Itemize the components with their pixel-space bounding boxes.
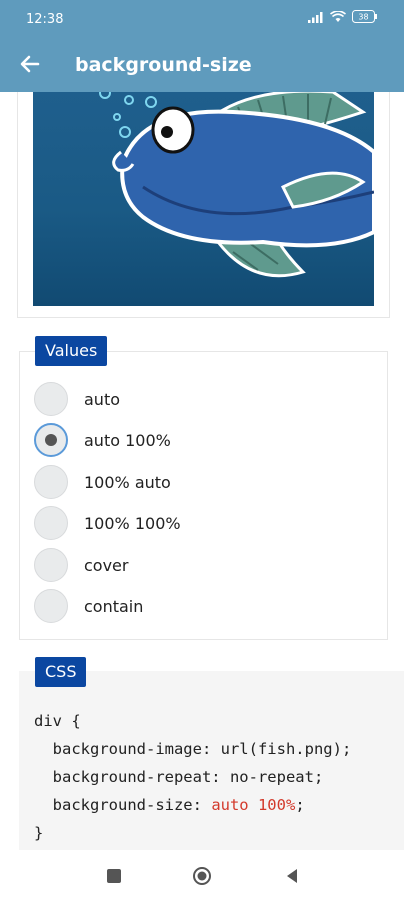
code-line-end: ; xyxy=(295,796,305,814)
back-triangle-icon[interactable] xyxy=(282,866,302,886)
radio-button[interactable] xyxy=(34,589,68,623)
home-circle-icon[interactable] xyxy=(192,866,212,886)
css-code-box: div { background-image: url(fish.png); b… xyxy=(19,671,404,851)
fish-illustration xyxy=(99,92,374,278)
radio-option-100-100[interactable]: 100% 100% xyxy=(34,506,354,540)
radio-label: 100% 100% xyxy=(84,513,181,533)
values-group: auto auto 100% 100% auto 100% 100% cover… xyxy=(19,351,388,640)
radio-label: contain xyxy=(84,596,144,616)
radio-label: cover xyxy=(84,555,129,575)
radio-label: auto 100% xyxy=(84,430,171,450)
battery-level: 38 xyxy=(358,13,368,22)
radio-label: 100% auto xyxy=(84,472,171,492)
status-icons: 38 xyxy=(308,10,378,23)
signal-icon xyxy=(308,11,323,23)
code-line: background-repeat: no-repeat; xyxy=(34,768,324,786)
fish-preview-image xyxy=(33,92,374,306)
code-line-prop: background-size: xyxy=(34,796,212,814)
radio-button[interactable] xyxy=(34,382,68,416)
code-line: div { xyxy=(34,712,81,730)
radio-option-cover[interactable]: cover xyxy=(34,548,354,582)
radio-label: auto xyxy=(84,389,121,409)
radio-button[interactable] xyxy=(34,506,68,540)
code-line-value: auto 100% xyxy=(211,796,296,814)
code-line: background-image: url(fish.png); xyxy=(34,740,352,758)
radio-option-auto-100[interactable]: auto 100% xyxy=(34,423,354,457)
status-bar: 12:38 38 xyxy=(0,0,404,36)
css-code: div { background-image: url(fish.png); b… xyxy=(34,707,351,847)
values-legend: Values xyxy=(35,336,108,366)
wifi-icon xyxy=(330,10,346,22)
status-time: 12:38 xyxy=(26,12,64,27)
app-bar: background-size xyxy=(0,36,404,92)
radio-button[interactable] xyxy=(34,548,68,582)
radio-option-100-auto[interactable]: 100% auto xyxy=(34,465,354,499)
preview-card xyxy=(17,92,390,318)
recents-square-icon[interactable] xyxy=(104,866,124,886)
system-nav-bar xyxy=(0,850,404,900)
radio-option-contain[interactable]: contain xyxy=(34,589,354,623)
radio-option-auto[interactable]: auto xyxy=(34,382,354,416)
page-title: background-size xyxy=(75,54,252,76)
css-legend: CSS xyxy=(35,657,87,687)
battery-icon: 38 xyxy=(352,10,377,23)
code-line: } xyxy=(34,824,44,842)
radio-button-selected[interactable] xyxy=(34,423,68,457)
back-arrow-icon[interactable] xyxy=(16,50,44,78)
radio-button[interactable] xyxy=(34,465,68,499)
